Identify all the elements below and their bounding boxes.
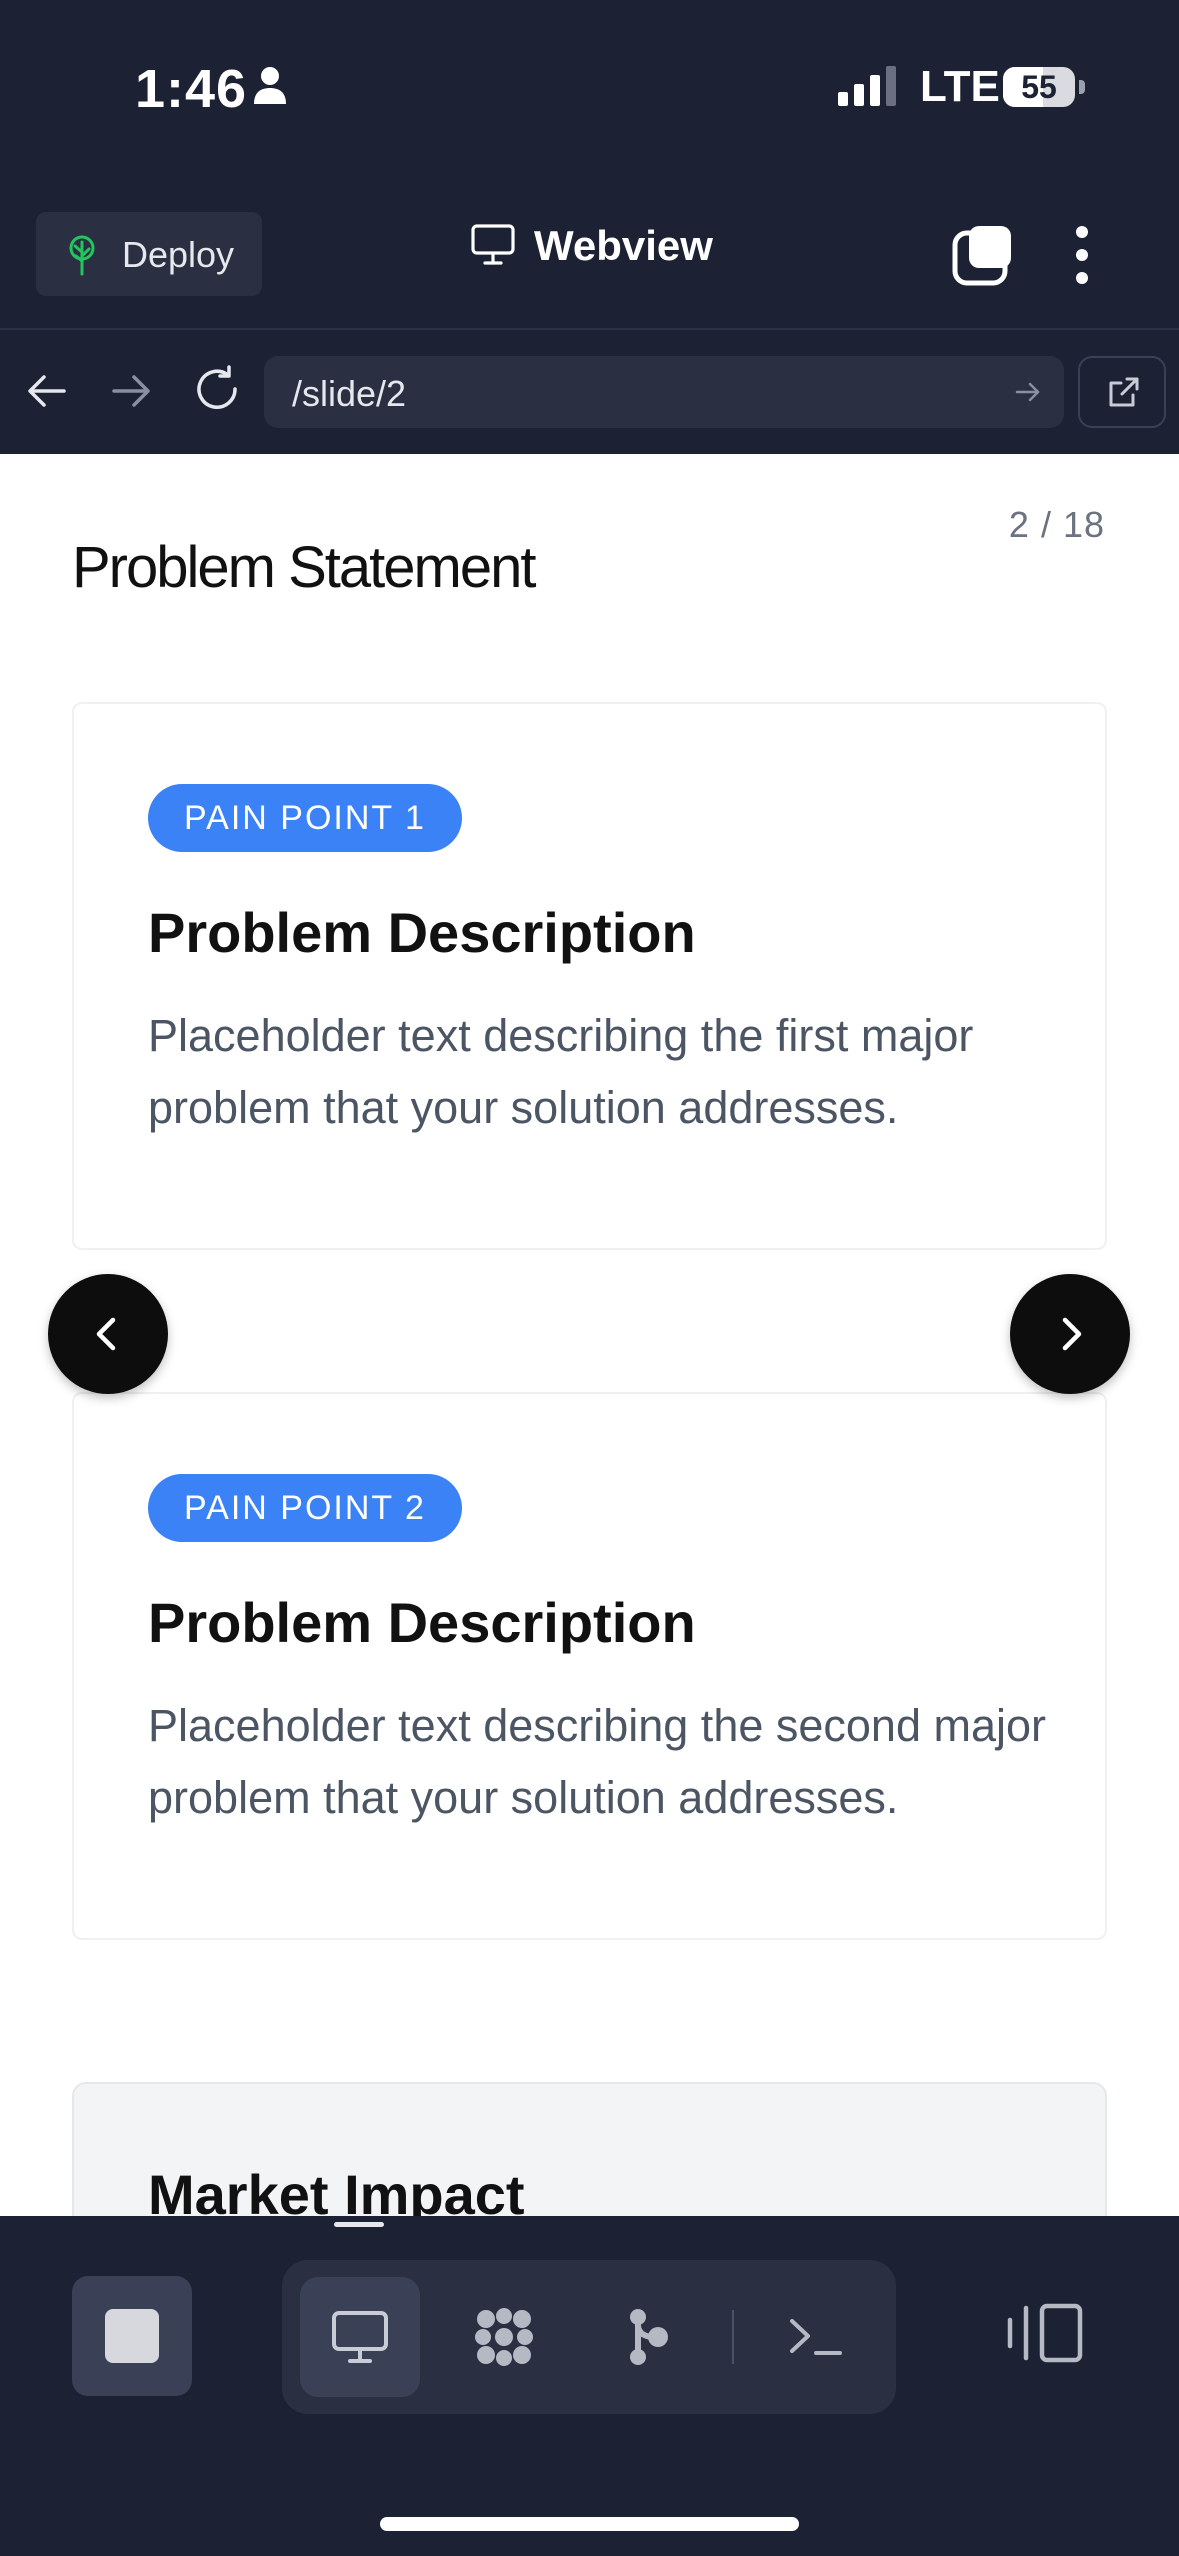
webview-monitor-icon — [332, 2311, 388, 2363]
cellular-signal-icon — [838, 66, 900, 111]
card-heading: Problem Description — [148, 901, 696, 964]
terminal-icon — [790, 2319, 842, 2355]
slide-title: Problem Statement — [72, 535, 536, 600]
app-header: Deploy Webview — [0, 180, 1179, 330]
stop-icon — [105, 2309, 159, 2363]
card-heading: Problem Description — [148, 1591, 696, 1654]
webview-title: Webview — [470, 222, 713, 270]
chevron-left-icon — [96, 1317, 116, 1351]
url-bar: /slide/2 — [0, 332, 1179, 454]
tabs-icon[interactable] — [952, 224, 1014, 291]
previous-slide-button[interactable] — [48, 1274, 168, 1394]
terminal-tool-button[interactable] — [756, 2277, 876, 2397]
battery-icon: 55 — [1003, 67, 1075, 107]
pain-point-card: PAIN POINT 1 Problem Description Placeho… — [72, 702, 1107, 1250]
back-arrow-icon[interactable] — [24, 368, 70, 419]
deploy-label: Deploy — [122, 234, 235, 275]
card-body: Placeholder text describing the first ma… — [148, 1010, 974, 1133]
home-indicator — [380, 2517, 799, 2531]
deploy-tree-icon — [62, 234, 102, 281]
split-view-icon[interactable] — [1006, 2300, 1086, 2371]
status-time: 1:46 — [135, 59, 248, 119]
market-impact-heading: Market Impact — [148, 2163, 525, 2216]
deploy-button[interactable]: Deploy — [36, 212, 262, 296]
git-tool-button[interactable] — [588, 2277, 708, 2397]
chevron-right-icon — [1062, 1317, 1082, 1351]
person-icon — [253, 66, 287, 111]
forward-arrow-icon[interactable] — [108, 368, 154, 419]
battery-nub — [1079, 80, 1085, 94]
packages-tool-button[interactable] — [444, 2277, 564, 2397]
card-body: Placeholder text describing the second m… — [148, 1700, 1047, 1823]
webview-tool-button[interactable] — [300, 2277, 420, 2397]
url-text: /slide/2 — [292, 373, 407, 414]
toolbar-divider — [732, 2310, 734, 2364]
slide-counter: 2 / 18 — [1008, 504, 1105, 545]
git-branch-icon — [630, 2309, 668, 2365]
open-external-button[interactable] — [1078, 356, 1166, 428]
header-title: Webview — [534, 222, 713, 269]
next-slide-button[interactable] — [1010, 1274, 1130, 1394]
packages-icon — [475, 2308, 533, 2366]
bottom-toolbar — [0, 2216, 1179, 2556]
webview-content: 2 / 18 Problem Statement PAIN POINT 1 Pr… — [0, 454, 1179, 2216]
more-vertical-icon[interactable] — [1072, 224, 1092, 291]
status-bar: 1:46 LTE 55 — [0, 0, 1179, 180]
pain-point-badge: PAIN POINT 2 — [148, 1474, 462, 1542]
pain-point-card: PAIN POINT 2 Problem Description Placeho… — [72, 1392, 1107, 1940]
market-impact-card: Market Impact — [72, 2082, 1107, 2216]
stop-button[interactable] — [72, 2276, 192, 2396]
reload-icon[interactable] — [192, 364, 242, 419]
active-tab-indicator — [334, 2222, 384, 2227]
tool-group — [282, 2260, 896, 2414]
network-type: LTE — [920, 62, 1000, 111]
go-arrow-icon[interactable] — [1014, 378, 1042, 411]
external-link-icon — [1109, 377, 1139, 407]
battery-percent: 55 — [1021, 69, 1057, 105]
pain-point-badge: PAIN POINT 1 — [148, 784, 462, 852]
monitor-icon — [470, 223, 516, 270]
url-input[interactable]: /slide/2 — [264, 356, 1064, 428]
